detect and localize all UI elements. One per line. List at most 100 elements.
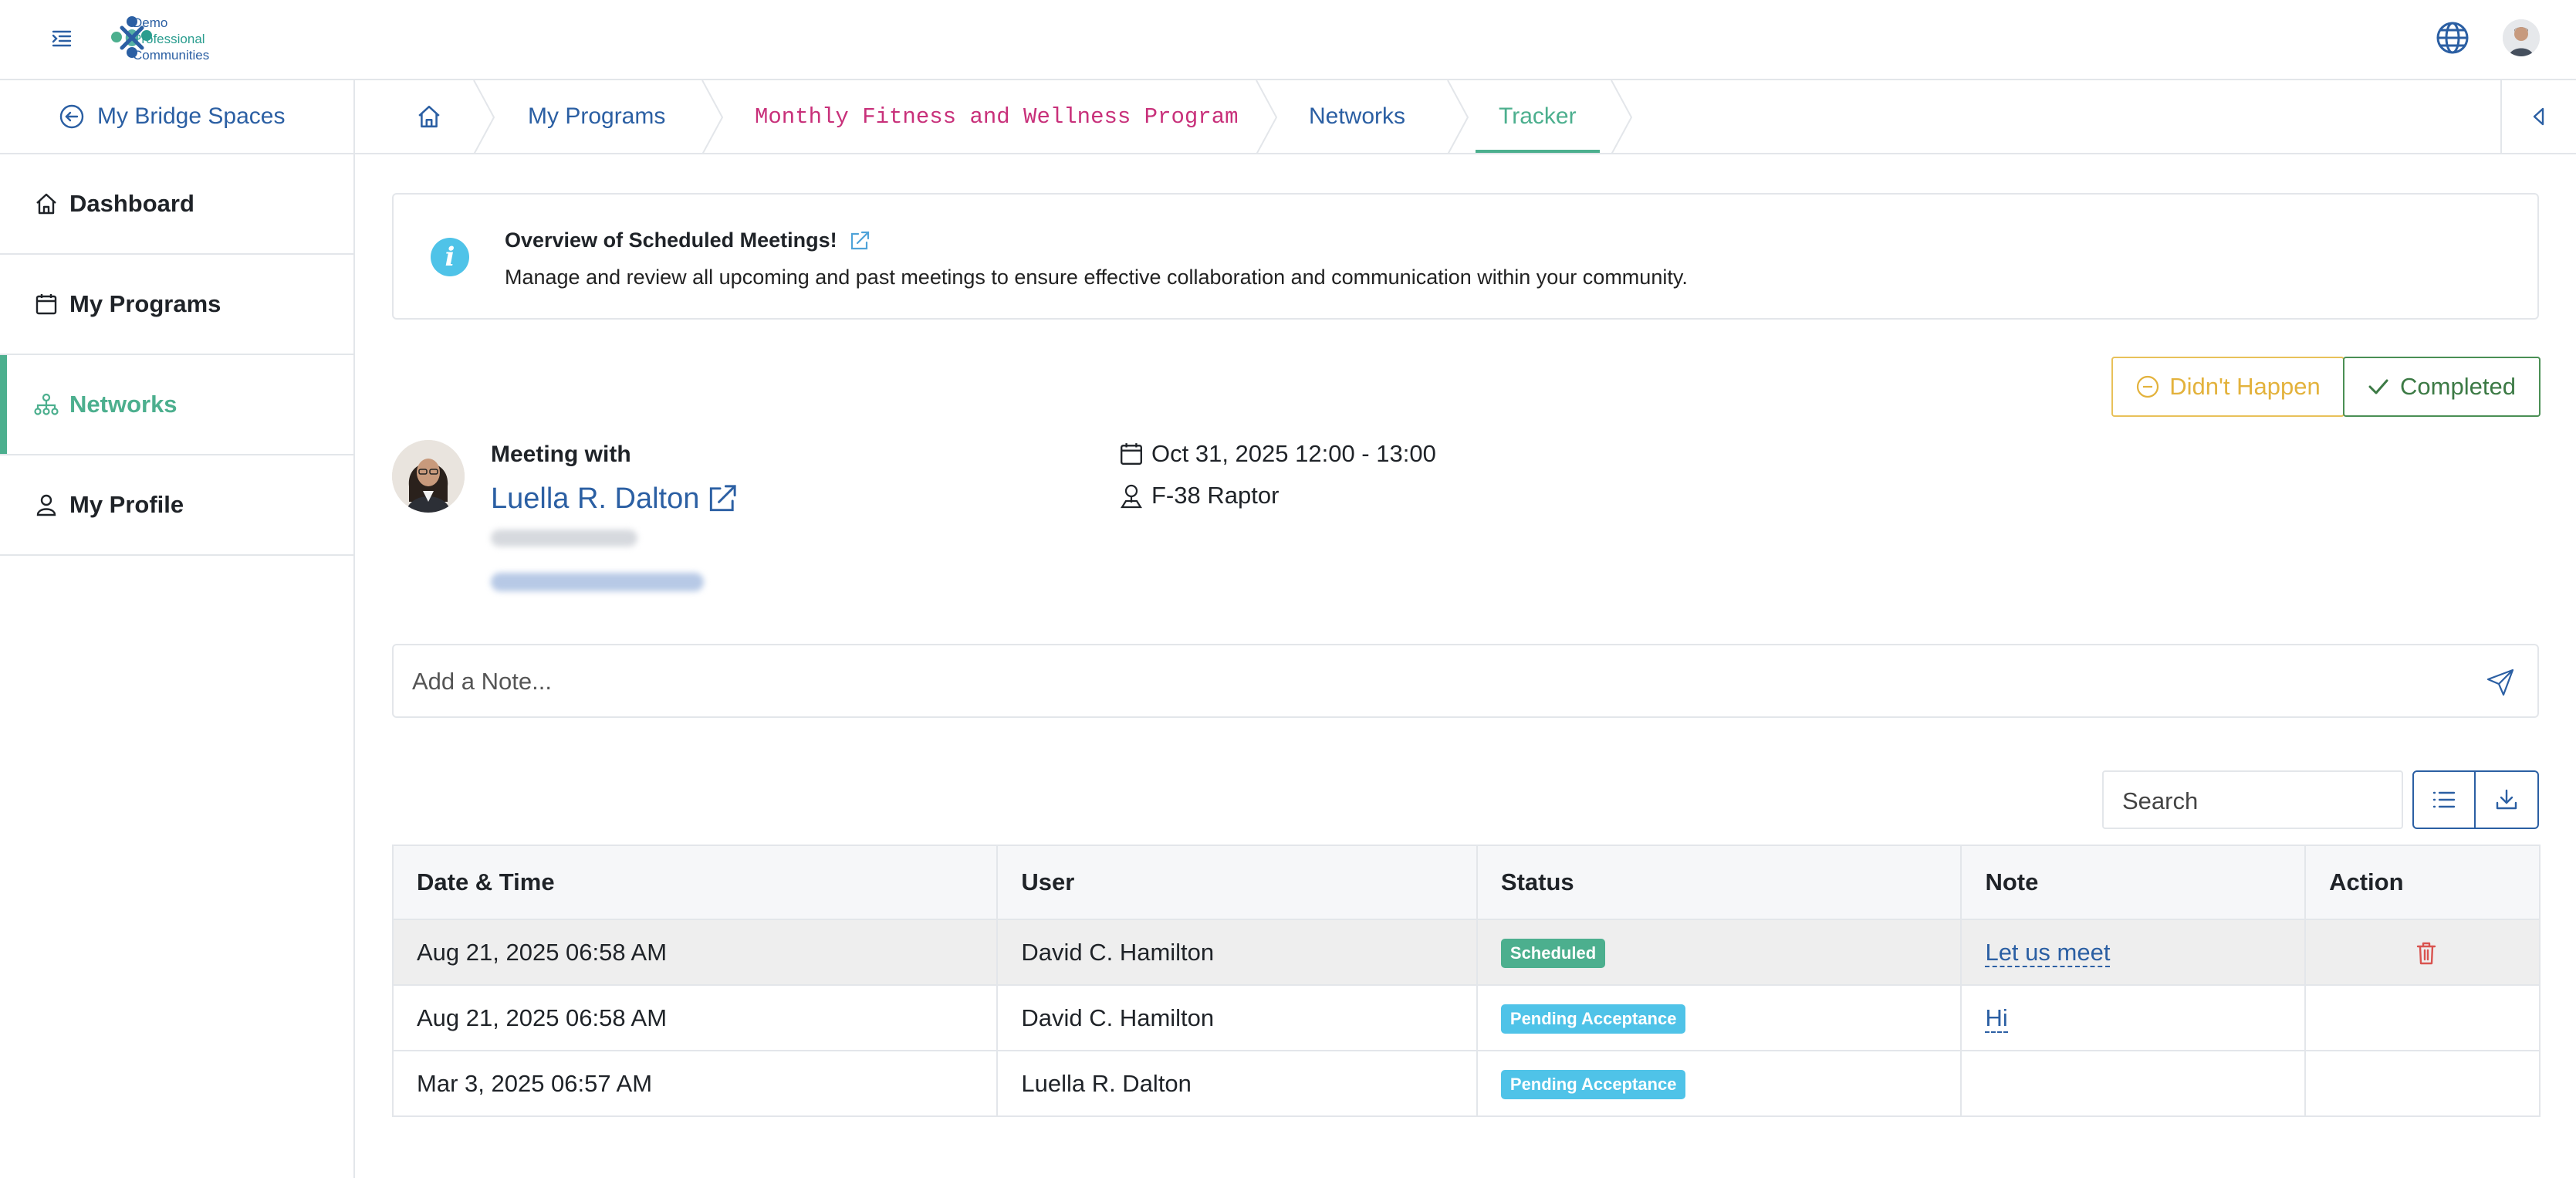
breadcrumb-separator-icon <box>473 80 495 154</box>
cell-status: Scheduled <box>1476 919 1962 986</box>
cell-datetime: Mar 3, 2025 06:57 AM <box>391 1050 999 1117</box>
column-header[interactable]: User <box>996 845 1478 920</box>
cell-note: Let us meet <box>1960 919 2307 986</box>
arrow-left-circle-icon <box>59 103 85 130</box>
sidebar-item-label: My Programs <box>69 290 221 317</box>
completed-label: Completed <box>2400 373 2516 400</box>
cell-datetime: Aug 21, 2025 06:58 AM <box>391 984 999 1051</box>
status-badge: Pending Acceptance <box>1500 1069 1686 1099</box>
breadcrumb-separator-icon <box>701 80 724 154</box>
note-composer <box>392 644 2539 718</box>
back-link-label: My Bridge Spaces <box>97 103 286 129</box>
redacted-email <box>491 573 704 591</box>
meeting-location-text: F-38 Raptor <box>1151 482 1280 509</box>
meetings-table: Date & Time User Status Note Action Aug … <box>391 845 2541 1117</box>
meeting-datetime-text: Oct 31, 2025 12:00 - 13:00 <box>1151 440 1436 467</box>
checkmark-icon <box>2368 377 2389 396</box>
cell-note: Hi <box>1960 984 2307 1051</box>
note-input[interactable] <box>411 661 2420 702</box>
column-header[interactable]: Note <box>1960 845 2307 920</box>
column-header[interactable]: Date & Time <box>391 845 999 920</box>
globe-icon[interactable] <box>2434 19 2471 56</box>
info-banner: i Overview of Scheduled Meetings! Manage… <box>392 193 2539 320</box>
table-row[interactable]: Aug 21, 2025 06:58 AM David C. Hamilton … <box>391 919 2541 986</box>
breadcrumb: My Programs Monthly Fitness and Wellness… <box>355 80 2576 154</box>
caret-left-icon <box>2532 107 2546 127</box>
breadcrumb-tracker[interactable]: Tracker <box>1476 80 1599 153</box>
participant-name-link[interactable]: Luella R. Dalton <box>491 482 739 516</box>
external-link-icon[interactable] <box>848 229 871 252</box>
table-row[interactable]: Mar 3, 2025 06:57 AM Luella R. Dalton Pe… <box>391 1050 2541 1117</box>
cell-user: David C. Hamilton <box>996 984 1478 1051</box>
participant-avatar <box>392 440 465 513</box>
download-button[interactable] <box>2476 770 2539 829</box>
cell-action <box>2304 919 2541 986</box>
sidebar-item-my-programs[interactable]: My Programs <box>0 255 353 355</box>
table-header-row: Date & Time User Status Note Action <box>391 845 2541 920</box>
sidebar-item-dashboard[interactable]: Dashboard <box>0 154 353 255</box>
cell-user: David C. Hamilton <box>996 919 1478 986</box>
back-to-bridge-spaces-link[interactable]: My Bridge Spaces <box>0 80 353 154</box>
download-icon <box>2494 787 2519 812</box>
sidebar: My Bridge Spaces Dashboard My Programs N… <box>0 80 355 1178</box>
minus-circle-icon <box>2135 374 2160 399</box>
logo-mark-icon <box>111 16 152 58</box>
meeting-datetime: Oct 31, 2025 12:00 - 13:00 <box>1119 440 1436 468</box>
meeting-with-label: Meeting with <box>491 442 631 467</box>
user-icon <box>32 491 60 519</box>
calendar-icon <box>1119 442 1144 466</box>
status-badge: Pending Acceptance <box>1500 1004 1686 1034</box>
home-icon <box>32 190 60 218</box>
sidebar-item-label: My Profile <box>69 491 184 518</box>
list-view-button[interactable] <box>2412 770 2476 829</box>
table-search <box>2102 770 2403 829</box>
breadcrumb-networks[interactable]: Networks <box>1309 80 1405 153</box>
note-link[interactable]: Hi <box>1985 1004 2008 1033</box>
cell-user: Luella R. Dalton <box>996 1050 1478 1117</box>
external-link-icon <box>705 482 739 516</box>
cell-action <box>2304 1050 2541 1117</box>
breadcrumb-program[interactable]: Monthly Fitness and Wellness Program <box>755 80 1239 153</box>
search-input[interactable] <box>2121 783 2386 820</box>
breadcrumb-my-programs[interactable]: My Programs <box>528 80 665 153</box>
cell-status: Pending Acceptance <box>1476 984 1962 1051</box>
column-header[interactable]: Status <box>1476 845 1962 920</box>
sidebar-item-label: Networks <box>69 391 177 418</box>
participant-name: Luella R. Dalton <box>491 482 700 515</box>
note-link[interactable]: Let us meet <box>1985 938 2111 967</box>
menu-toggle-icon[interactable] <box>45 22 79 56</box>
breadcrumb-separator-icon <box>1256 80 1278 154</box>
home-icon <box>417 104 441 129</box>
trash-icon[interactable] <box>2415 941 2437 966</box>
location-pin-icon <box>1119 482 1144 509</box>
table-row[interactable]: Aug 21, 2025 06:58 AM David C. Hamilton … <box>391 984 2541 1051</box>
cell-note <box>1960 1050 2307 1117</box>
sidebar-item-label: Dashboard <box>69 190 194 217</box>
didnt-happen-button[interactable]: Didn't Happen <box>2111 357 2344 417</box>
cell-datetime: Aug 21, 2025 06:58 AM <box>391 919 999 986</box>
sidebar-item-networks[interactable]: Networks <box>0 355 353 455</box>
list-icon <box>2432 790 2456 810</box>
breadcrumb-home[interactable] <box>417 80 441 153</box>
calendar-icon <box>32 290 60 318</box>
column-header: Action <box>2304 845 2541 920</box>
info-icon: i <box>431 238 469 276</box>
cell-status: Pending Acceptance <box>1476 1050 1962 1117</box>
status-badge: Scheduled <box>1500 938 1606 968</box>
info-description: Manage and review all upcoming and past … <box>505 266 1688 289</box>
breadcrumb-separator-icon <box>1611 80 1633 154</box>
sidebar-item-my-profile[interactable]: My Profile <box>0 455 353 556</box>
send-icon[interactable] <box>2485 667 2516 698</box>
meeting-location: F-38 Raptor <box>1119 482 1279 509</box>
info-title-text: Overview of Scheduled Meetings! <box>505 228 837 252</box>
completed-button[interactable]: Completed <box>2343 357 2541 417</box>
network-icon <box>32 391 60 418</box>
redacted-phone <box>491 530 637 547</box>
collapse-panel-button[interactable] <box>2500 80 2576 153</box>
cell-action <box>2304 984 2541 1051</box>
top-bar: Demo Professional Communities <box>0 0 2576 80</box>
user-avatar[interactable] <box>2503 19 2540 56</box>
info-title: Overview of Scheduled Meetings! <box>505 228 871 252</box>
didnt-happen-label: Didn't Happen <box>2169 373 2321 400</box>
app-logo[interactable]: Demo Professional Communities <box>106 11 209 66</box>
